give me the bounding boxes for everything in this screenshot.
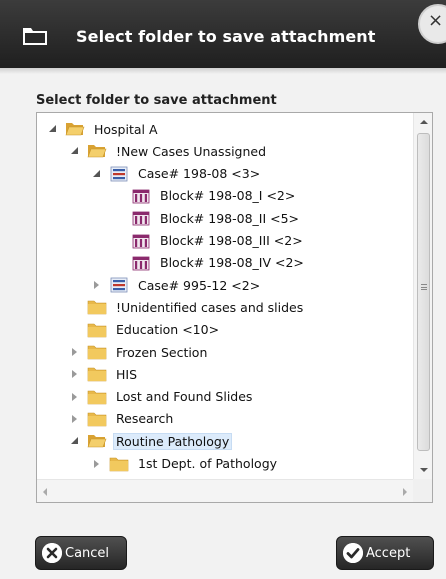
- tree-node-label: HIS: [116, 366, 138, 382]
- tree-node[interactable]: Block# 198-08_II <5>: [113, 207, 302, 229]
- folder-icon: [87, 389, 107, 405]
- tree-node[interactable]: Block# 198-08_IV <2>: [113, 252, 307, 274]
- close-button[interactable]: ×: [418, 4, 446, 44]
- tree-node[interactable]: !New Cases Unassigned: [69, 140, 269, 162]
- expanded-arrow-icon[interactable]: [91, 168, 103, 180]
- close-icon: ×: [428, 10, 444, 31]
- title-divider: [0, 68, 446, 74]
- expanded-arrow-icon[interactable]: [69, 145, 81, 157]
- tree-node-label: Case# 995-12 <2>: [138, 277, 261, 293]
- tree-node-label: Block# 198-08_II <5>: [160, 210, 300, 226]
- scroll-left-arrow-icon[interactable]: [37, 480, 55, 502]
- vertical-scrollbar[interactable]: [413, 113, 432, 479]
- folder-icon: [87, 344, 107, 360]
- case-icon: [109, 166, 129, 182]
- tree-node[interactable]: Frozen Section: [69, 341, 210, 363]
- accept-button[interactable]: Accept: [336, 536, 434, 570]
- tree-node[interactable]: Case# 198-08 <3>: [91, 163, 263, 185]
- tree-node-label: Hospital A: [94, 121, 158, 137]
- block-icon: [131, 255, 151, 271]
- tree-node[interactable]: Case# 995-12 <2>: [91, 274, 263, 296]
- tree-node-label: Routine Pathology: [113, 432, 233, 450]
- cancel-x-icon: [42, 543, 62, 563]
- tree-node-label: Block# 198-08_III <2>: [160, 233, 303, 248]
- tree-node[interactable]: Block# 198-08_III <2>: [113, 230, 306, 252]
- section-label: Select folder to save attachment: [36, 93, 277, 108]
- tree-node-label: Block# 198-08_IV <2>: [160, 255, 304, 271]
- checkmark-icon: [343, 543, 363, 563]
- save-attachment-dialog: Select folder to save attachment × Selec…: [0, 0, 446, 579]
- dialog-title: Select folder to save attachment: [76, 27, 376, 46]
- case-icon: [109, 277, 129, 293]
- folder-icon: [87, 411, 107, 427]
- tree-node-label: !Unidentified cases and slides: [116, 299, 304, 315]
- tree-node-label: Case# 198-08 <3>: [138, 166, 261, 182]
- tree-node[interactable]: Research: [69, 408, 176, 430]
- scroll-down-arrow-icon[interactable]: [414, 461, 432, 479]
- folder-open-icon: [65, 121, 85, 137]
- cancel-label: Cancel: [65, 545, 110, 561]
- collapsed-arrow-icon[interactable]: [91, 458, 103, 470]
- tree-node[interactable]: 1st Dept. of Pathology: [91, 453, 280, 475]
- collapsed-arrow-icon[interactable]: [69, 346, 81, 358]
- tree-node[interactable]: Block# 198-08_I <2>: [113, 185, 298, 207]
- collapsed-arrow-icon[interactable]: [69, 391, 81, 403]
- horizontal-scrollbar[interactable]: [37, 479, 413, 502]
- tree-node-label: Frozen Section: [116, 344, 208, 360]
- tree-node[interactable]: Lost and Found Slides: [69, 386, 255, 408]
- block-icon: [131, 233, 151, 249]
- folder-icon: [23, 28, 47, 45]
- tree-node[interactable]: HIS: [69, 363, 140, 385]
- tree-node-label: Research: [116, 411, 174, 427]
- collapsed-arrow-icon[interactable]: [91, 279, 103, 291]
- cancel-button[interactable]: Cancel: [35, 536, 127, 570]
- tree-node[interactable]: Education <10>: [69, 319, 222, 341]
- title-bar: Select folder to save attachment ×: [0, 0, 446, 68]
- tree-node[interactable]: !Unidentified cases and slides: [69, 296, 306, 318]
- scroll-up-arrow-icon[interactable]: [414, 113, 432, 131]
- tree-node[interactable]: Hospital A: [47, 118, 161, 140]
- scroll-right-arrow-icon[interactable]: [395, 480, 413, 502]
- accept-label: Accept: [366, 545, 411, 561]
- folder-open-icon: [87, 143, 107, 159]
- tree-node[interactable]: Routine Pathology: [69, 430, 233, 452]
- tree-viewport: Hospital A !New Cases Unassigned Case# 198…: [37, 113, 413, 479]
- folder-icon: [87, 366, 107, 382]
- vertical-scroll-thumb[interactable]: [417, 133, 430, 451]
- grip-icon: [421, 284, 427, 290]
- block-icon: [131, 188, 151, 204]
- expanded-arrow-icon[interactable]: [47, 123, 59, 135]
- folder-tree: Hospital A !New Cases Unassigned Case# 198…: [36, 112, 433, 503]
- folder-open-icon: [87, 433, 107, 449]
- tree-node-label: Lost and Found Slides: [116, 389, 253, 405]
- tree-node-label: !New Cases Unassigned: [116, 143, 267, 159]
- collapsed-arrow-icon[interactable]: [69, 413, 81, 425]
- folder-icon: [87, 299, 107, 315]
- tree-node-label: 1st Dept. of Pathology: [138, 456, 278, 471]
- tree-node-label: Block# 198-08_I <2>: [160, 188, 296, 204]
- folder-icon: [87, 322, 107, 338]
- tree-node-label: Education <10>: [116, 322, 220, 338]
- scrollbar-corner: [413, 479, 432, 502]
- expanded-arrow-icon[interactable]: [69, 435, 81, 447]
- folder-icon: [109, 456, 129, 472]
- collapsed-arrow-icon[interactable]: [69, 368, 81, 380]
- block-icon: [131, 210, 151, 226]
